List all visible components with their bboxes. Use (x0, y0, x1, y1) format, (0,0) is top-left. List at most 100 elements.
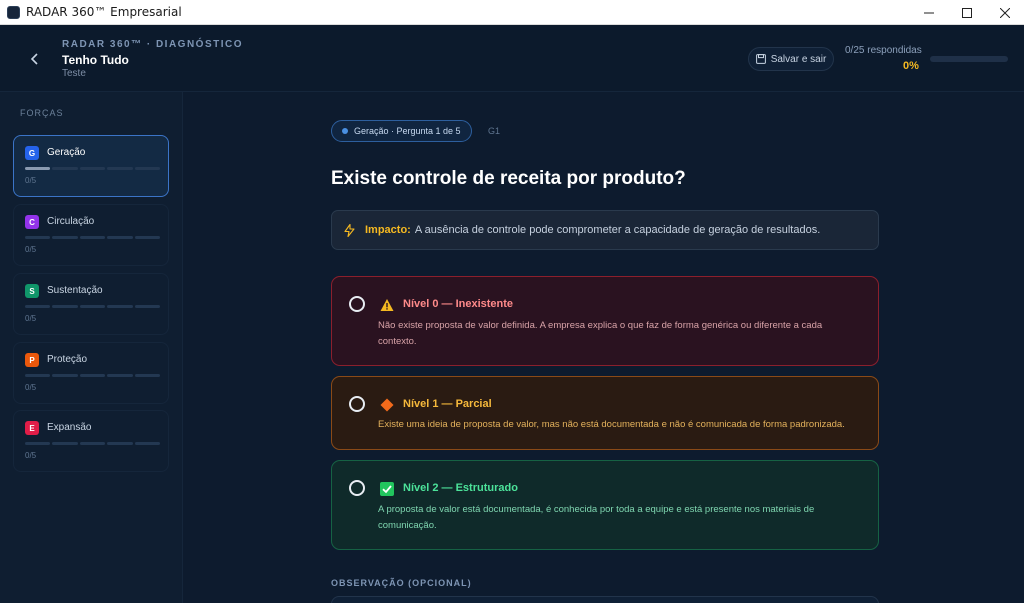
question-title: Existe controle de receita por produto? (331, 168, 686, 189)
option-title: Nível 2 — Estruturado (403, 482, 518, 494)
force-badge: P (25, 353, 39, 367)
sidebar: FORÇAS G Geração 0/5 C Circulação 0/5 S … (0, 92, 183, 603)
progress-segment (25, 374, 51, 377)
maximize-button[interactable] (948, 0, 986, 25)
close-window-button[interactable] (986, 0, 1024, 25)
impact-note: Impacto: A ausência de controle pode com… (331, 210, 879, 250)
progress-segment (107, 374, 133, 377)
app-header: RADAR 360™ · DIAGNÓSTICO Tenho Tudo Test… (0, 25, 1024, 92)
progress-segment (52, 236, 78, 239)
force-count: 0/5 (25, 176, 37, 185)
progress-segment (134, 236, 161, 239)
option-level-1[interactable]: Nível 1 — Parcial Existe uma ideia de pr… (331, 376, 879, 450)
warning-icon (380, 299, 394, 311)
progress-segment (79, 167, 106, 170)
progress-segment (79, 305, 106, 308)
company-name: Tenho Tudo (62, 53, 129, 67)
chevron-left-icon (30, 53, 38, 65)
sidebar-item-sustentacao[interactable]: S Sustentação 0/5 (13, 273, 169, 335)
save-icon (755, 54, 766, 64)
progress-segment (25, 167, 51, 170)
force-progress (25, 167, 161, 170)
progress-segment (107, 236, 133, 239)
progress-percent: 0% (903, 60, 919, 72)
sidebar-item-protecao[interactable]: P Proteção 0/5 (13, 342, 169, 404)
window-title: RADAR 360™ Empresarial (26, 5, 182, 19)
impact-text: A ausência de controle pode comprometer … (414, 224, 821, 236)
option-level-2[interactable]: Nível 2 — Estruturado A proposta de valo… (331, 460, 879, 550)
progress-segment (107, 442, 133, 445)
progress-segment (107, 167, 133, 170)
sidebar-item-label: Expansão (47, 422, 92, 433)
force-count: 0/5 (25, 451, 37, 460)
brand-title: RADAR 360™ · DIAGNÓSTICO (62, 39, 244, 50)
progress-segment (107, 305, 133, 308)
force-progress (25, 236, 161, 239)
option-description: A proposta de valor está documentada, é … (378, 504, 815, 531)
progress-segment (52, 442, 78, 445)
force-count: 0/5 (25, 314, 37, 323)
observation-label: OBSERVAÇÃO (OPCIONAL) (331, 578, 472, 588)
sidebar-item-expansao[interactable]: E Expansão 0/5 (13, 410, 169, 472)
force-progress (25, 374, 161, 377)
observation-input[interactable] (331, 596, 879, 603)
sidebar-item-label: Geração (47, 147, 86, 158)
window-titlebar: RADAR 360™ Empresarial (0, 0, 1024, 25)
progress-segment (25, 305, 51, 308)
force-badge: S (25, 284, 39, 298)
progress-segment (25, 442, 51, 445)
progress-segment (134, 167, 161, 170)
app-icon (7, 5, 20, 19)
impact-label: Impacto: (365, 224, 411, 236)
progress-segment (52, 374, 78, 377)
maximize-icon (962, 7, 972, 18)
minimize-icon (924, 12, 934, 13)
question-badge-label: Geração · Pergunta 1 de 5 (354, 126, 461, 136)
option-description: Não existe proposta de valor definida. A… (378, 320, 823, 347)
progress-segment (52, 167, 78, 170)
sidebar-item-label: Proteção (47, 354, 88, 365)
radio-button[interactable] (349, 396, 365, 412)
save-exit-label: Salvar e sair (770, 53, 827, 65)
progress-bar (930, 56, 1008, 62)
radio-button[interactable] (349, 480, 365, 496)
option-title: Nível 1 — Parcial (403, 398, 492, 410)
minimize-button[interactable] (910, 0, 948, 25)
sidebar-item-geracao[interactable]: G Geração 0/5 (13, 135, 169, 197)
close-icon (1000, 7, 1010, 18)
progress-segment (79, 374, 106, 377)
progress-segment (25, 236, 51, 239)
save-exit-button[interactable]: Salvar e sair (748, 47, 834, 71)
question-badge: Geração · Pergunta 1 de 5 (331, 120, 472, 142)
force-count: 0/5 (25, 383, 37, 392)
option-level-0[interactable]: Nível 0 — Inexistente Não existe propost… (331, 276, 879, 366)
sidebar-title: FORÇAS (20, 108, 64, 118)
progress-segment (79, 236, 106, 239)
progress-segment (134, 374, 161, 377)
force-progress (25, 305, 161, 308)
progress-segment (52, 305, 78, 308)
back-button[interactable] (24, 48, 46, 70)
check-box-icon (380, 482, 394, 496)
radio-button[interactable] (349, 296, 365, 312)
status-dot (342, 128, 348, 134)
force-count: 0/5 (25, 245, 37, 254)
force-badge: C (25, 215, 39, 229)
sidebar-item-label: Circulação (47, 216, 95, 227)
window-controls (910, 0, 1024, 25)
lightning-icon (344, 223, 355, 237)
force-badge: G (25, 146, 39, 160)
progress-segment (134, 305, 161, 308)
option-title: Nível 0 — Inexistente (403, 298, 514, 310)
main-content: Geração · Pergunta 1 de 5 G1 Existe cont… (183, 92, 1024, 603)
sidebar-item-label: Sustentação (47, 285, 103, 296)
sidebar-item-circulacao[interactable]: C Circulação 0/5 (13, 204, 169, 266)
force-badge: E (25, 421, 39, 435)
answered-count: 0/25 respondidas (845, 45, 922, 56)
force-progress (25, 442, 161, 445)
option-description: Existe uma ideia de proposta de valor, m… (378, 419, 845, 430)
company-subtitle: Teste (62, 68, 86, 79)
question-id: G1 (488, 126, 501, 136)
diamond-icon (380, 398, 394, 412)
progress-segment (79, 442, 106, 445)
